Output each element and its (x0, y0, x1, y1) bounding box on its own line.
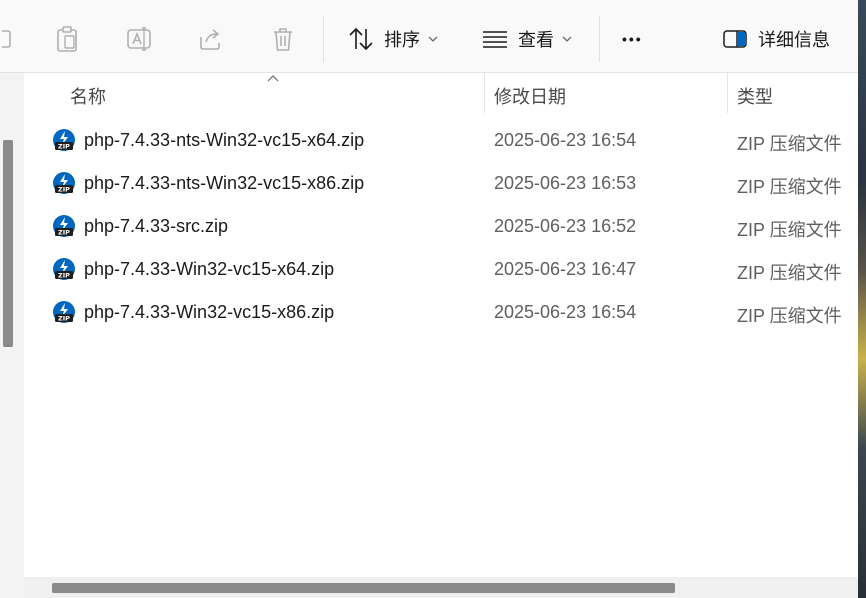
toolbar-separator (599, 16, 600, 62)
svg-text:ZIP: ZIP (58, 315, 70, 323)
details-pane-icon (720, 24, 750, 54)
view-lines-icon (480, 24, 510, 54)
file-row[interactable]: ZIP php-7.4.33-nts-Win32-vc15-x86.zip 20… (24, 162, 858, 205)
share-button[interactable] (196, 20, 226, 58)
sort-ascending-caret-icon (267, 69, 279, 87)
share-icon (196, 24, 226, 54)
chevron-down-icon (562, 30, 572, 48)
file-type: ZIP 压缩文件 (737, 220, 842, 240)
chevron-down-icon (428, 30, 438, 48)
file-type: ZIP 压缩文件 (737, 134, 842, 154)
details-pane-button[interactable]: 详细信息 (720, 20, 830, 58)
column-header-date[interactable]: 修改日期 (494, 83, 566, 109)
desktop-background-edge (858, 0, 866, 598)
file-name: php-7.4.33-nts-Win32-vc15-x86.zip (84, 173, 365, 193)
file-modified-date: 2025-06-23 16:54 (494, 302, 637, 322)
column-divider[interactable] (727, 73, 728, 113)
clipboard-icon (52, 24, 82, 54)
horizontal-scrollbar-thumb[interactable] (52, 583, 675, 593)
file-type: ZIP 压缩文件 (737, 263, 842, 283)
column-header-name[interactable]: 名称 (70, 83, 106, 109)
file-name: php-7.4.33-Win32-vc15-x86.zip (84, 302, 335, 322)
delete-button[interactable] (268, 20, 298, 58)
column-header-row: 名称 修改日期 类型 (24, 73, 858, 113)
view-label: 查看 (518, 30, 554, 50)
toolbar-separator (323, 16, 324, 62)
more-options-button[interactable]: ••• (622, 20, 643, 58)
file-modified-date: 2025-06-23 16:53 (494, 173, 637, 193)
file-row[interactable]: ZIP php-7.4.33-nts-Win32-vc15-x64.zip 20… (24, 119, 858, 162)
command-bar: 排序 查看 ••• 详细信息 (0, 0, 866, 73)
more-dots-icon: ••• (622, 31, 643, 47)
file-name: php-7.4.33-src.zip (84, 216, 229, 236)
zip-file-icon: ZIP (52, 214, 76, 238)
file-modified-date: 2025-06-23 16:52 (494, 216, 637, 236)
svg-text:ZIP: ZIP (58, 272, 70, 280)
file-modified-date: 2025-06-23 16:47 (494, 259, 637, 279)
svg-text:ZIP: ZIP (58, 143, 70, 151)
zip-file-icon: ZIP (52, 257, 76, 281)
rename-icon (124, 24, 154, 54)
paste-button[interactable] (52, 20, 82, 58)
sort-button[interactable]: 排序 (346, 20, 438, 58)
file-name: php-7.4.33-nts-Win32-vc15-x64.zip (84, 130, 365, 150)
file-row[interactable]: ZIP php-7.4.33-src.zip 2025-06-23 16:52 … (24, 205, 858, 248)
file-row[interactable]: ZIP php-7.4.33-Win32-vc15-x86.zip 2025-0… (24, 291, 858, 334)
file-row[interactable]: ZIP php-7.4.33-Win32-vc15-x64.zip 2025-0… (24, 248, 858, 291)
view-button[interactable]: 查看 (480, 20, 572, 58)
sort-arrows-icon (346, 24, 376, 54)
svg-text:ZIP: ZIP (58, 229, 70, 237)
file-type: ZIP 压缩文件 (737, 306, 842, 326)
zip-file-icon: ZIP (52, 128, 76, 152)
zip-file-icon: ZIP (52, 171, 76, 195)
file-type: ZIP 压缩文件 (737, 177, 842, 197)
column-header-type[interactable]: 类型 (737, 83, 773, 109)
details-label: 详细信息 (758, 30, 830, 50)
column-divider[interactable] (484, 73, 485, 113)
trash-icon (268, 24, 298, 54)
svg-text:ZIP: ZIP (58, 186, 70, 194)
zip-file-icon: ZIP (52, 300, 76, 324)
copy-icon (0, 24, 24, 54)
rename-button[interactable] (124, 20, 154, 58)
file-name: php-7.4.33-Win32-vc15-x64.zip (84, 259, 335, 279)
navigation-scrollbar-thumb[interactable] (3, 140, 13, 347)
file-modified-date: 2025-06-23 16:54 (494, 130, 637, 150)
copy-button[interactable] (0, 20, 24, 58)
sort-label: 排序 (384, 30, 420, 50)
